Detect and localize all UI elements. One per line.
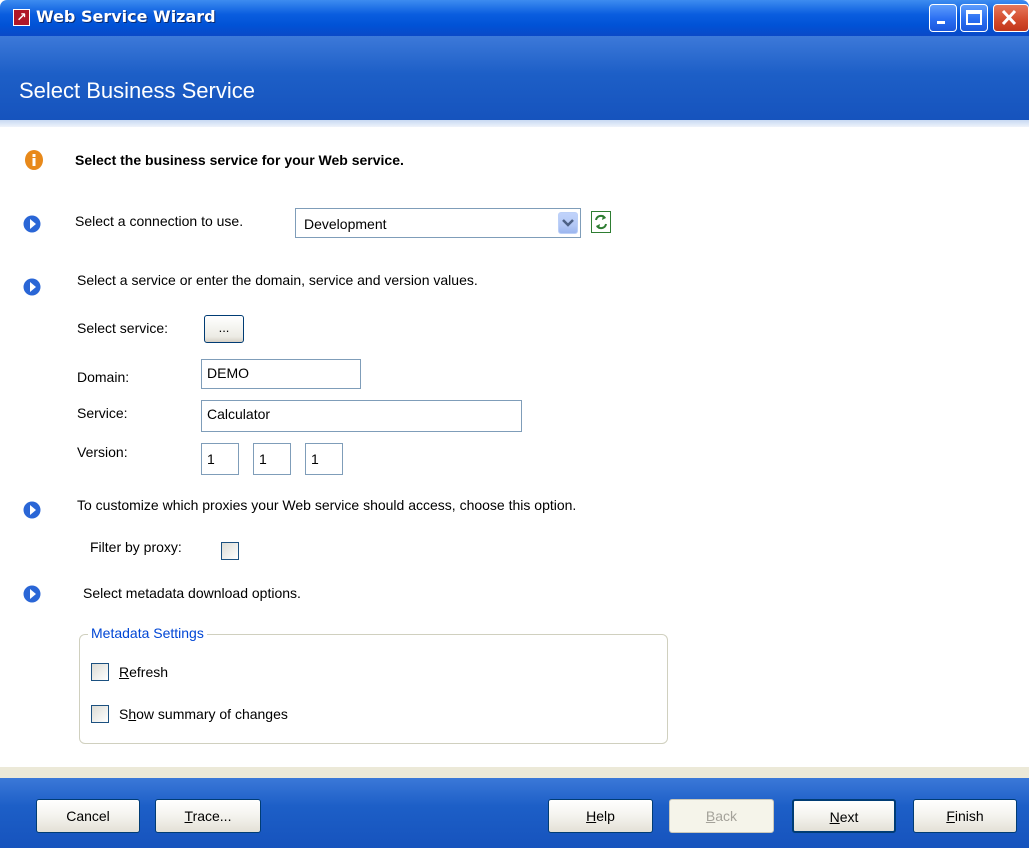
domain-field[interactable]: DEMO: [201, 359, 361, 389]
wizard-header: Select Business Service: [0, 36, 1029, 120]
version-patch-field[interactable]: 1: [305, 443, 343, 475]
refresh-label[interactable]: Refresh: [119, 664, 168, 680]
refresh-icon: [595, 214, 607, 230]
info-icon: [25, 150, 43, 170]
maximize-icon: [966, 10, 982, 25]
refresh-label-rest: efresh: [129, 664, 169, 680]
cancel-button[interactable]: Cancel: [36, 799, 140, 833]
metadata-settings-group: [79, 634, 668, 744]
window-title: Web Service Wizard: [36, 7, 216, 26]
maximize-button[interactable]: [960, 4, 988, 32]
bullet-arrow-icon: [23, 501, 41, 519]
minimize-button[interactable]: [929, 4, 957, 32]
next-button[interactable]: Next: [792, 799, 896, 833]
proxy-instruction: To customize which proxies your Web serv…: [77, 497, 577, 513]
connection-select[interactable]: Development: [295, 208, 581, 238]
show-summary-label-rest: ow summary of changes: [136, 706, 288, 722]
version-minor-field[interactable]: 1: [253, 443, 291, 475]
service-field[interactable]: Calculator: [201, 400, 522, 432]
back-button-rest: ack: [715, 808, 738, 824]
close-button[interactable]: [993, 4, 1029, 32]
intro-text: Select the business service for your Web…: [75, 152, 404, 168]
version-major-field[interactable]: 1: [201, 443, 239, 475]
app-icon: ↗: [13, 9, 30, 26]
minimize-icon: [937, 21, 945, 24]
trace-button[interactable]: Trace...: [155, 799, 261, 833]
refresh-connections-button[interactable]: [591, 211, 611, 233]
header-divider: [0, 120, 1029, 127]
metadata-instruction: Select metadata download options.: [83, 585, 301, 601]
connection-select-value: Development: [304, 216, 387, 232]
filter-proxy-checkbox[interactable]: [221, 542, 239, 560]
domain-label: Domain:: [77, 369, 130, 385]
metadata-settings-title: Metadata Settings: [88, 625, 207, 641]
title-bar: ↗ Web Service Wizard: [0, 0, 1029, 36]
connection-label: Select a connection to use.: [75, 213, 244, 229]
service-label: Service:: [77, 405, 128, 421]
trace-button-rest: race...: [192, 808, 232, 824]
chevron-down-icon[interactable]: [558, 212, 578, 234]
help-button[interactable]: Help: [548, 799, 653, 833]
bullet-arrow-icon: [23, 585, 41, 603]
browse-service-button[interactable]: ...: [204, 315, 244, 343]
finish-button[interactable]: Finish: [913, 799, 1017, 833]
show-summary-label[interactable]: Show summary of changes: [119, 706, 288, 722]
page-title: Select Business Service: [19, 78, 255, 103]
select-service-label: Select service:: [77, 320, 169, 336]
close-icon: [1001, 9, 1017, 26]
next-button-rest: ext: [839, 809, 859, 825]
service-instruction: Select a service or enter the domain, se…: [77, 272, 478, 288]
help-button-rest: elp: [596, 808, 615, 824]
version-label: Version:: [77, 444, 128, 460]
filter-proxy-label: Filter by proxy:: [90, 539, 182, 555]
finish-button-rest: inish: [954, 808, 984, 824]
bullet-arrow-icon: [23, 278, 41, 296]
footer-separator: [0, 767, 1029, 778]
bullet-arrow-icon: [23, 215, 41, 233]
back-button[interactable]: Back: [669, 799, 774, 833]
show-summary-checkbox[interactable]: [91, 705, 109, 723]
refresh-checkbox[interactable]: [91, 663, 109, 681]
